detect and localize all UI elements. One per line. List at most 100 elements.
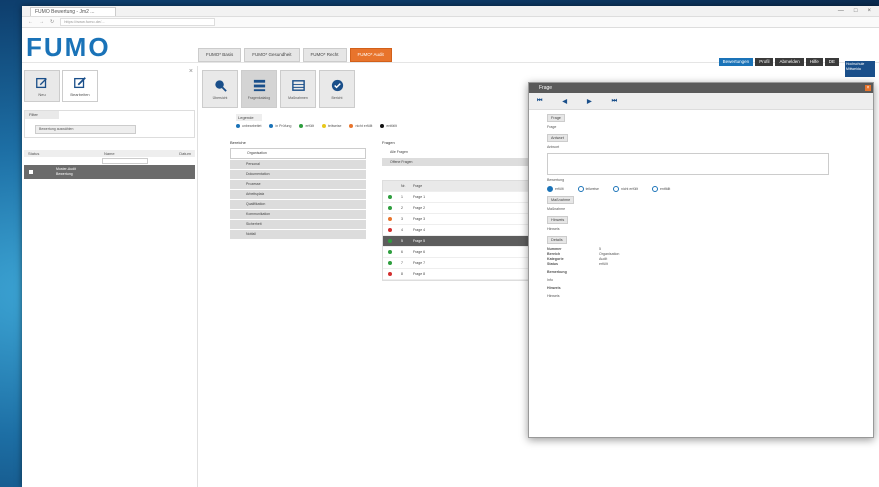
legend-item: nicht erfüllt [349, 124, 372, 129]
panel-close-icon[interactable]: × [189, 68, 193, 75]
status-dot-icon [349, 124, 354, 129]
module-tab-audit[interactable]: FUMO* Audit [349, 48, 392, 62]
list-item[interactable]: Muster-Audit Bewertung [24, 165, 195, 179]
notes-subtitle: Info [547, 278, 553, 282]
new-button[interactable]: Neu [24, 70, 60, 102]
tab-report[interactable]: Bericht [319, 70, 355, 108]
tab-questions-label: Fragenkatalog [247, 96, 271, 100]
detail-key: Status [547, 262, 558, 266]
menu-bewertungen[interactable]: Bewertungen [718, 58, 754, 66]
question-dialog: Frage × ⏮ ◀ ▶ ⏭ Frage Frage Antwort Antw… [528, 82, 874, 438]
module-tab-recht[interactable]: FUMO* Recht [302, 48, 347, 62]
col-question: Frage [413, 184, 423, 188]
legend-label: entfällt [386, 124, 397, 128]
menu-hilfe[interactable]: Hilfe [805, 58, 823, 66]
section-item[interactable]: Personal [230, 160, 366, 169]
radio-icon [577, 186, 584, 192]
row-number: 3 [401, 217, 403, 221]
status-dot-icon [388, 261, 392, 265]
row-number: 8 [401, 272, 403, 276]
status-dot-icon [388, 239, 392, 243]
section-item[interactable]: Notfall [230, 230, 366, 239]
reload-icon[interactable]: ↻ [50, 19, 54, 25]
status-dot-icon [388, 217, 392, 221]
status-dot-icon [380, 124, 385, 129]
rating-radio-label: entfällt [659, 186, 671, 191]
sections-title: Bereiche [230, 140, 246, 145]
sections-list: Bereiche Organisation Personal Dokumenta… [230, 140, 366, 240]
details-section: Details Nummer 5 Bereich Organisation Kate… [547, 236, 855, 266]
search-icon [214, 80, 227, 92]
rating-radio[interactable]: erfüllt [547, 186, 564, 192]
legend-label: unbearbeitet [242, 124, 262, 128]
answer-label: Antwort [547, 145, 560, 149]
first-icon[interactable]: ⏮ [537, 98, 542, 105]
section-item[interactable]: Arbeitsplatz [230, 190, 366, 199]
dialog-title: Frage [539, 85, 553, 91]
rating-radio[interactable]: teilweise [577, 186, 599, 192]
row-number: 7 [401, 261, 403, 265]
answer-textarea[interactable] [547, 153, 829, 175]
browser-tab[interactable]: FUMO Bewertung - Jm2 ... [30, 6, 116, 16]
legend-label: erfüllt [305, 124, 314, 128]
dialog-navigation: ⏮ ◀ ▶ ⏭ [529, 93, 873, 110]
next-icon[interactable]: ▶ [587, 98, 592, 105]
rating-radio[interactable]: nicht erfüllt [613, 186, 638, 192]
row-text: Frage 8 [413, 272, 426, 276]
comment-header: Hinweis [547, 216, 569, 224]
module-tab-gesundheit[interactable]: FUMO* Gesundheit [244, 48, 300, 62]
section-item[interactable]: Dokumentation [230, 170, 366, 179]
status-dot-icon [388, 228, 392, 232]
status-dot-icon [388, 272, 392, 276]
legend-item: erfüllt [299, 124, 314, 129]
close-icon[interactable]: × [867, 8, 871, 14]
radio-icon [547, 186, 553, 192]
col-name[interactable]: Name [104, 150, 115, 157]
dialog-close-icon[interactable]: × [865, 85, 871, 91]
detail-key: Kategorie [547, 257, 564, 261]
url-field[interactable]: https://www.fumo.de/... [60, 18, 216, 26]
row-text: Frage 7 [413, 261, 426, 265]
fumo-logo: FUMO [26, 32, 111, 62]
select-rating-button[interactable]: Bewertung auswählen [35, 125, 136, 134]
detail-value: erfüllt [599, 262, 608, 266]
legend-title: Legende [236, 114, 262, 121]
col-status[interactable]: Status [28, 150, 39, 157]
section-item[interactable]: Kommunikation [230, 210, 366, 219]
back-icon[interactable]: ← [28, 19, 33, 25]
dialog-title-bar: Frage × [529, 83, 873, 93]
answer-header: Antwort [547, 134, 568, 142]
legend-item: entfällt [380, 124, 397, 129]
forward-icon[interactable]: → [39, 19, 44, 25]
section-item[interactable]: Qualifikation [230, 200, 366, 209]
tab-questions[interactable]: Fragenkatalog [241, 70, 277, 108]
status-dot-icon [299, 124, 304, 129]
measure-section: Maßnahme Maßnahme [547, 196, 855, 212]
row-text: Frage 4 [413, 228, 426, 232]
section-item[interactable]: Organisation [230, 148, 366, 159]
section-item[interactable]: Prozesse [230, 180, 366, 189]
tab-overview[interactable]: Übersicht [202, 70, 238, 108]
list-search-input[interactable] [102, 158, 148, 164]
tab-measures[interactable]: Maßnahmen [280, 70, 316, 108]
rating-radio-label: erfüllt [555, 186, 564, 191]
details-header: Details [547, 236, 567, 244]
status-dot-icon [388, 206, 392, 210]
menu-profil[interactable]: Profil [755, 58, 774, 66]
legend-item: unbearbeitet [236, 124, 262, 129]
rating-radio[interactable]: entfällt [651, 186, 671, 192]
maximize-icon[interactable]: □ [854, 8, 858, 14]
minimize-icon[interactable]: — [838, 8, 844, 14]
menu-language[interactable]: DE [824, 58, 839, 66]
row-text: Frage 3 [413, 217, 426, 221]
last-icon[interactable]: ⏭ [612, 98, 617, 105]
edit-button[interactable]: Bearbeiten [62, 70, 98, 102]
col-date[interactable]: Datum [179, 150, 191, 157]
tab-measures-label: Maßnahmen [288, 96, 308, 100]
notes-title: Bemerkung [547, 270, 567, 274]
menu-abmelden[interactable]: Abmelden [775, 58, 804, 66]
row-number: 4 [401, 228, 403, 232]
prev-icon[interactable]: ◀ [562, 98, 567, 105]
module-tab-basis[interactable]: FUMO* Basis [198, 48, 242, 62]
section-item[interactable]: Sicherheit [230, 220, 366, 229]
